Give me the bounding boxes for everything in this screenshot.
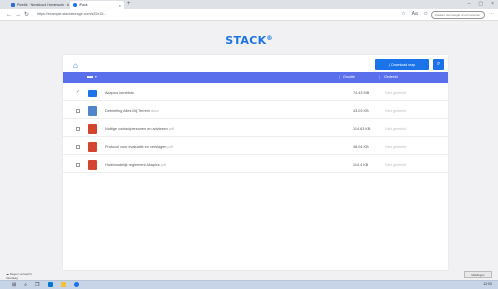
file-name[interactable]: Debriefing Alles Mij Terrein.docx bbox=[105, 109, 159, 113]
column-shared[interactable]: Gedeeld bbox=[384, 75, 398, 79]
tab-favicon-icon bbox=[11, 3, 15, 7]
tab-favicon-icon bbox=[73, 3, 77, 7]
search-taskbar-icon[interactable]: ⌕ bbox=[24, 282, 27, 288]
file-name[interactable]: Huishoudelijk reglement Akapics.pdf bbox=[105, 163, 166, 167]
download-folder-button[interactable]: ⤓ Download map bbox=[375, 59, 429, 70]
browser-tab-active[interactable]: iPack × bbox=[70, 1, 124, 9]
sort-chevron-icon[interactable]: ▾ bbox=[95, 75, 97, 79]
search-extension-field[interactable]: Zoeken via Google of url invoeren bbox=[431, 11, 485, 19]
new-tab-icon[interactable]: + bbox=[127, 1, 131, 8]
word-document-icon bbox=[88, 106, 97, 116]
stack-logo-mark: ® bbox=[266, 35, 273, 42]
file-explorer-icon[interactable] bbox=[60, 282, 66, 287]
reader-icon[interactable]: Aa bbox=[412, 11, 418, 17]
stack-logo: STACK® bbox=[225, 34, 273, 47]
taskbar-icons: ⊞ ⌕ ❐ bbox=[12, 282, 79, 288]
maximize-icon[interactable]: ▢ bbox=[478, 1, 483, 7]
tab-label: iPack bbox=[79, 3, 88, 7]
file-size: 114.63 KB bbox=[353, 127, 371, 131]
address-bar: ← → ↻ https://example.stackstorage.com/s… bbox=[0, 9, 498, 21]
address-bar-icons: ☆ Aa ✩ bbox=[401, 11, 428, 17]
row-checkbox[interactable] bbox=[76, 109, 80, 113]
tab-label: Pinetik · Nextcloud Homework · A bbox=[17, 3, 70, 7]
weather-widget[interactable]: ☁ Regen verwacht Vandaag bbox=[6, 272, 32, 280]
file-shared-status: Niet gedeeld bbox=[385, 163, 407, 167]
folder-icon bbox=[88, 90, 97, 97]
table-row[interactable]: Debriefing Alles Mij Terrein.docx 43.03 … bbox=[63, 103, 448, 119]
pdf-file-icon bbox=[88, 160, 97, 170]
browser-menu-icon[interactable]: ⋯ bbox=[489, 11, 494, 17]
file-shared-status: Niet gedeeld bbox=[385, 127, 407, 131]
pdf-file-icon bbox=[88, 124, 97, 134]
browser-taskbar-icon[interactable] bbox=[73, 282, 79, 287]
browser-tab-bar: Pinetik · Nextcloud Homework · A × iPack… bbox=[0, 0, 498, 9]
file-shared-status: Niet gedeeld bbox=[385, 145, 407, 149]
column-separator: | bbox=[379, 75, 380, 79]
folder-header-icon: ▬ bbox=[87, 74, 93, 80]
file-size: 48.04 KB bbox=[353, 145, 369, 149]
pdf-file-icon bbox=[88, 142, 97, 152]
row-checkbox[interactable] bbox=[76, 127, 80, 131]
table-row[interactable]: ✓ Akapics kerstfoto 74.43 MB Niet gedeel… bbox=[63, 85, 448, 101]
table-row[interactable]: Huishoudelijk reglement Akapics.pdf 114.… bbox=[63, 157, 448, 173]
reload-icon[interactable]: ↻ bbox=[24, 11, 29, 19]
column-separator: | bbox=[339, 75, 340, 79]
edge-icon[interactable] bbox=[47, 282, 53, 287]
close-window-icon[interactable]: × bbox=[491, 1, 494, 7]
forward-icon[interactable]: → bbox=[15, 11, 21, 19]
file-shared-status: Niet gedeeld bbox=[385, 91, 407, 95]
file-name[interactable]: Protocol voor evaluatie en verslagen.pdf bbox=[105, 145, 173, 149]
download-folder-label: Download map bbox=[391, 62, 416, 67]
window-controls: – ▢ × bbox=[468, 1, 494, 7]
back-icon[interactable]: ← bbox=[6, 11, 12, 19]
taskbar: ⊞ ⌕ ❐ 12:00 bbox=[0, 280, 498, 289]
start-icon[interactable]: ⊞ bbox=[12, 282, 16, 288]
url-field[interactable]: https://example.stackstorage.com/s/f2e15… bbox=[37, 12, 106, 16]
home-icon[interactable]: ⌂ bbox=[73, 61, 78, 70]
table-row[interactable]: Nuttige contactpersonen en adviezen.pdf … bbox=[63, 121, 448, 137]
file-browser-panel: ⌂ ⤓ Download map ⌕ ▬ ▾ | Grootte | Gedee… bbox=[63, 55, 448, 270]
close-tab-icon[interactable]: × bbox=[119, 3, 121, 8]
star-icon[interactable]: ☆ bbox=[401, 11, 405, 17]
row-checkbox[interactable] bbox=[76, 163, 80, 167]
file-size: 43.03 KB bbox=[353, 109, 369, 113]
column-size[interactable]: Grootte bbox=[343, 75, 355, 79]
row-checkbox[interactable]: ✓ bbox=[76, 89, 80, 95]
system-tray-clock[interactable]: 12:00 bbox=[483, 282, 492, 286]
search-button[interactable]: ⌕ bbox=[433, 59, 444, 70]
table-header: ▬ ▾ | Grootte | Gedeeld bbox=[63, 72, 448, 83]
table-row[interactable]: Protocol voor evaluatie en verslagen.pdf… bbox=[63, 139, 448, 155]
browser-tab[interactable]: Pinetik · Nextcloud Homework · A × bbox=[8, 1, 70, 9]
file-shared-status: Niet gedeeld bbox=[385, 109, 407, 113]
notification-popup[interactable]: Meldingen weergeven bbox=[464, 271, 492, 283]
file-name[interactable]: Akapics kerstfoto bbox=[105, 91, 134, 95]
task-view-icon[interactable]: ❐ bbox=[35, 282, 39, 288]
favorites-icon[interactable]: ✩ bbox=[424, 11, 428, 17]
minimize-icon[interactable]: – bbox=[468, 1, 471, 7]
search-icon: ⌕ bbox=[436, 61, 441, 67]
file-name[interactable]: Nuttige contactpersonen en adviezen.pdf bbox=[105, 127, 174, 131]
file-size: 74.43 MB bbox=[353, 91, 370, 95]
row-checkbox[interactable] bbox=[76, 145, 80, 149]
file-size: 114.4 KB bbox=[353, 163, 369, 167]
